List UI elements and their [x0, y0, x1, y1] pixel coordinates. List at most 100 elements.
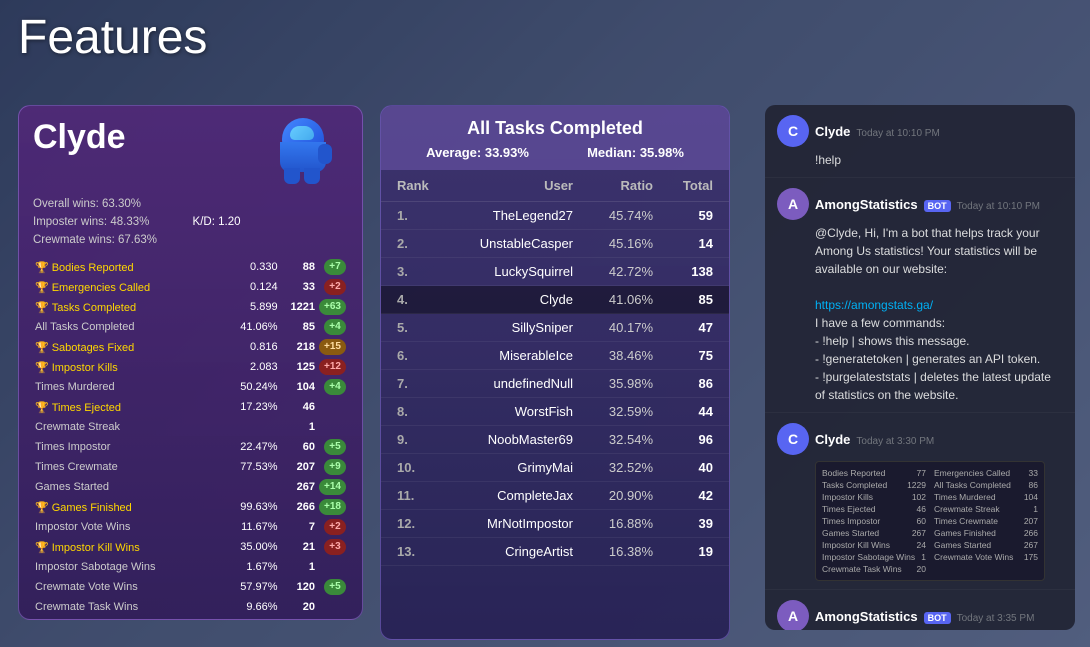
rank-cell: 9. [397, 432, 447, 447]
chat-message: CClydeToday at 10:10 PM!help [765, 105, 1075, 178]
rank-cell: 6. [397, 348, 447, 363]
list-item: 8.WorstFish32.59%44 [381, 398, 729, 426]
list-item: 2.UnstableCasper45.16%14 [381, 230, 729, 258]
stat-total: 21 [280, 537, 317, 557]
ratio-cell: 16.38% [573, 544, 653, 559]
ratio-cell: 40.17% [573, 320, 653, 335]
stats-img-row: Times Ejected46 [822, 504, 926, 514]
table-row: 🏆Bodies Reported0.33088+7 [33, 257, 348, 277]
user-cell: undefinedNull [447, 376, 573, 391]
stat-badge-cell: +2 [317, 277, 348, 297]
table-row: All Tasks Completed41.06%85+4 [33, 317, 348, 337]
rank-cell: 13. [397, 544, 447, 559]
stat-badge: +2 [324, 279, 346, 295]
total-cell: 59 [653, 208, 713, 223]
ratio-cell: 38.46% [573, 348, 653, 363]
bot-badge: BOT [924, 612, 951, 624]
stat-value: 99.63% [211, 497, 279, 517]
user-cell: MrNotImpostor [447, 516, 573, 531]
rank-cell: 11. [397, 488, 447, 503]
stat-value: 35.00% [211, 537, 279, 557]
stat-value: 77.53% [211, 457, 279, 477]
total-cell: 47 [653, 320, 713, 335]
stat-total: 1221 [280, 297, 317, 317]
stat-value: 0.124 [211, 277, 279, 297]
user-cell: Clyde [447, 292, 573, 307]
stat-total: 7 [280, 517, 317, 537]
chat-timestamp: Today at 10:10 PM [856, 128, 939, 139]
table-row: Crewmate Task Wins9.66%20 [33, 597, 348, 617]
user-cell: SillySniper [447, 320, 573, 335]
chat-text-line: @Clyde, Hi, I'm a bot that helps track y… [815, 224, 1063, 278]
rank-cell: 2. [397, 236, 447, 251]
avatar: A [777, 600, 809, 630]
avatar: C [777, 115, 809, 147]
total-cell: 138 [653, 264, 713, 279]
ratio-cell: 32.52% [573, 460, 653, 475]
stats-img-row: Tasks Completed1229 [822, 480, 926, 490]
stat-total: 1 [280, 417, 317, 437]
rank-cell: 12. [397, 516, 447, 531]
stat-value: 1.67% [211, 557, 279, 577]
stat-badge: +3 [324, 539, 346, 555]
leaderboard-columns: Rank User Ratio Total [381, 170, 729, 202]
list-item: 6.MiserableIce38.46%75 [381, 342, 729, 370]
list-item: 9.NoobMaster6932.54%96 [381, 426, 729, 454]
rank-cell: 3. [397, 264, 447, 279]
stat-value: 41.06% [211, 317, 279, 337]
ratio-cell: 16.88% [573, 516, 653, 531]
stat-badge: +7 [324, 259, 346, 275]
stats-img-row: Crewmate Streak1 [934, 504, 1038, 514]
player-stats-summary: Overall wins: 63.30% Imposter wins: 48.3… [33, 196, 348, 249]
ratio-cell: 35.98% [573, 376, 653, 391]
stat-value [211, 417, 279, 437]
stat-total: 207 [280, 457, 317, 477]
stats-img-row: Crewmate Vote Wins175 [934, 552, 1038, 562]
total-cell: 85 [653, 292, 713, 307]
rank-cell: 5. [397, 320, 447, 335]
list-item: 1.TheLegend2745.74%59 [381, 202, 729, 230]
chat-text-line: - !help | shows this message. [815, 332, 1063, 350]
stats-image: Bodies Reported77Emergencies Called33Tas… [815, 461, 1045, 581]
player-avatar [276, 118, 348, 190]
list-item: 7.undefinedNull35.98%86 [381, 370, 729, 398]
user-cell: UnstableCasper [447, 236, 573, 251]
list-item: 5.SillySniper40.17%47 [381, 314, 729, 342]
chat-timestamp: Today at 3:30 PM [856, 436, 934, 447]
stat-total: 125 [280, 357, 317, 377]
ratio-cell: 32.54% [573, 432, 653, 447]
rank-cell: 10. [397, 460, 447, 475]
total-cell: 19 [653, 544, 713, 559]
stats-img-row: Impostor Sabotage Wins1 [822, 552, 926, 562]
leaderboard-card: All Tasks Completed Average: 33.93% Medi… [380, 105, 730, 640]
total-cell: 86 [653, 376, 713, 391]
table-row: Times Impostor22.47%60+5 [33, 437, 348, 457]
stat-badge-cell: +12 [317, 357, 348, 377]
stat-badge: +5 [324, 579, 346, 595]
table-row: 🏆Games Finished99.63%266+18 [33, 497, 348, 517]
stat-badge: +9 [324, 459, 346, 475]
stat-badge: +63 [319, 299, 346, 315]
stat-badge-cell: +7 [317, 257, 348, 277]
trophy-icon: 🏆 [35, 342, 49, 354]
stat-value: 2.083 [211, 357, 279, 377]
stat-value: 9.66% [211, 597, 279, 617]
stat-badge: +5 [324, 439, 346, 455]
chat-link[interactable]: https://amongstats.ga/ [815, 298, 933, 312]
stat-badge-cell: +4 [317, 317, 348, 337]
list-item: 13.CringeArtist16.38%19 [381, 538, 729, 566]
stat-badge-cell [317, 397, 348, 417]
stat-badge-cell [317, 417, 348, 437]
chat-text-line: - !generatetoken | generates an API toke… [815, 350, 1063, 368]
stat-value: 50.24% [211, 377, 279, 397]
stat-total: 104 [280, 377, 317, 397]
list-item: 10.GrimyMai32.52%40 [381, 454, 729, 482]
chat-messages: CClydeToday at 10:10 PM!helpAAmongStatis… [765, 105, 1075, 630]
table-row: 🏆Tasks Completed5.8991221+63 [33, 297, 348, 317]
stat-total: 20 [280, 597, 317, 617]
stat-total: 85 [280, 317, 317, 337]
stat-value: 5.899 [211, 297, 279, 317]
trophy-icon: 🏆 [35, 262, 49, 274]
stats-img-row: All Tasks Completed86 [934, 480, 1038, 490]
table-row: 🏆Times Ejected17.23%46 [33, 397, 348, 417]
